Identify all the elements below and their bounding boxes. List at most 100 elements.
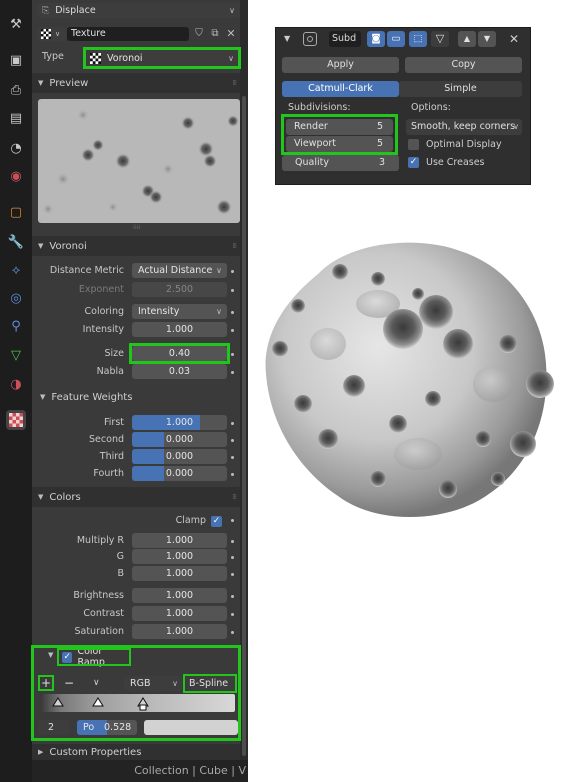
colors-header-label: Colors — [49, 491, 81, 503]
properties-editor: ⚒ ▣ ⎙ ▤ ◔ ◉ ▢ 🔧 ⟡ ◎ ⚲ ▽ ◑ ⎘ Displace ∨ ∨… — [0, 0, 248, 782]
nabla-field[interactable]: 0.03 — [132, 364, 227, 379]
resize-grip-icon[interactable]: ⁞⁞⁞⁞ — [133, 224, 141, 231]
chevron-down-icon: ∨ — [216, 266, 222, 275]
keyframe-dot[interactable] — [231, 439, 234, 442]
grip-icon: ⁞⁞⁞ — [232, 79, 237, 87]
exponent-field[interactable]: 2.500 — [132, 282, 227, 297]
saturation-label: Saturation — [74, 626, 124, 637]
keyframe-dot[interactable] — [231, 329, 234, 332]
g-field[interactable]: 1.000 — [132, 549, 227, 564]
copy-button[interactable]: Copy — [405, 57, 522, 73]
particles-tab-icon[interactable]: ⟡ — [6, 260, 26, 280]
saturation-field[interactable]: 1.000 — [132, 624, 227, 639]
display-icon[interactable]: ▭ — [387, 31, 405, 47]
b-field[interactable]: 1.000 — [132, 566, 227, 581]
size-label: Size — [104, 348, 124, 359]
texture-name-field[interactable]: Texture — [67, 27, 189, 41]
scene-tab-icon[interactable]: ◔ — [6, 138, 26, 158]
modifier-name-field[interactable]: Subd — [329, 31, 361, 47]
keyframe-dot[interactable] — [231, 311, 234, 314]
keyframe-dot[interactable] — [231, 631, 234, 634]
feature-weight-value: 1.000 — [165, 417, 194, 428]
feature-weight-label: First — [104, 417, 124, 428]
distance-metric-dropdown[interactable]: Actual Distance ∨ — [132, 263, 227, 278]
feature-weights-header[interactable]: ▼ Feature Weights — [40, 388, 238, 406]
material-tab-icon[interactable]: ◑ — [6, 374, 26, 394]
keyframe-dot[interactable] — [231, 270, 234, 273]
slider-fill — [132, 432, 164, 447]
texture-tab-icon[interactable] — [6, 410, 26, 430]
keyframe-dot[interactable] — [231, 613, 234, 616]
multiply-r-field[interactable]: 1.000 — [132, 533, 227, 548]
keyframe-dot[interactable] — [231, 456, 234, 459]
feature-weight-slider[interactable]: 0.000 — [132, 432, 227, 447]
tool-tab-icon[interactable]: ⚒ — [6, 14, 26, 34]
camera-icon[interactable]: ◙ — [367, 31, 385, 47]
coloring-dropdown[interactable]: Intensity ∨ — [132, 304, 227, 319]
shield-icon[interactable]: ⛉ — [192, 27, 206, 41]
quality-value: 3 — [378, 157, 385, 168]
uv-smooth-dropdown[interactable]: Smooth, keep corners ∨ — [406, 119, 522, 135]
data-tab-icon[interactable]: ▽ — [6, 345, 26, 365]
keyframe-dot[interactable] — [231, 573, 234, 576]
properties-scrollbar[interactable] — [240, 0, 248, 782]
g-label: G — [116, 551, 124, 562]
chevron-down-icon: ∨ — [216, 307, 222, 316]
keyframe-dot[interactable] — [231, 595, 234, 598]
keyframe-dot[interactable] — [231, 371, 234, 374]
brightness-field[interactable]: 1.000 — [132, 588, 227, 603]
keyframe-dot[interactable] — [231, 289, 234, 292]
collapse-triangle-icon[interactable]: ▼ — [284, 34, 290, 43]
voronoi-header-label: Voronoi — [49, 240, 87, 252]
modifier-tab-icon[interactable]: 🔧 — [6, 232, 26, 252]
feature-weight-slider[interactable]: 0.000 — [132, 449, 227, 464]
feature-weight-value: 0.000 — [165, 434, 194, 445]
move-down-icon[interactable]: ▼ — [478, 31, 496, 47]
use-creases-checkbox[interactable]: ✓ Use Creases — [408, 157, 485, 168]
object-tab-icon[interactable]: ▢ — [6, 202, 26, 222]
feature-weight-slider[interactable]: 1.000 — [132, 415, 227, 430]
close-icon[interactable]: ✕ — [507, 31, 521, 47]
keyframe-dot[interactable] — [231, 353, 234, 356]
nabla-label: Nabla — [96, 366, 124, 377]
output-tab-icon[interactable]: ⎙ — [6, 80, 26, 100]
contrast-label: Contrast — [83, 608, 124, 619]
edit-mode-icon[interactable]: ⬚ — [409, 31, 427, 47]
texture-browse-button[interactable]: ∨ — [38, 27, 66, 41]
checkbox-empty-icon — [408, 139, 419, 150]
keyframe-dot[interactable] — [231, 540, 234, 543]
move-up-icon[interactable]: ▲ — [458, 31, 476, 47]
feature-weight-label: Fourth — [93, 468, 124, 479]
uv-smooth-value: Smooth, keep corners — [411, 121, 516, 132]
custom-properties-header[interactable]: ▶ Custom Properties — [32, 744, 240, 760]
close-icon[interactable]: ✕ — [224, 27, 238, 41]
view-layer-tab-icon[interactable]: ▤ — [6, 108, 26, 128]
optimal-display-label: Optimal Display — [426, 139, 502, 150]
world-tab-icon[interactable]: ◉ — [6, 166, 26, 186]
clamp-checkbox[interactable]: ✓ — [211, 515, 222, 527]
modifier-selector[interactable]: ⎘ Displace ∨ — [38, 3, 240, 18]
keyframe-dot[interactable] — [231, 519, 234, 522]
colors-panel-header[interactable]: ▼ Colors ⁞⁞⁞ — [32, 487, 240, 507]
catmull-clark-button[interactable]: Catmull-Clark — [282, 81, 399, 97]
constraints-tab-icon[interactable]: ⚲ — [6, 316, 26, 336]
quality-field[interactable]: Quality 3 — [282, 155, 399, 171]
keyframe-dot[interactable] — [231, 556, 234, 559]
duplicate-icon[interactable]: ⧉ — [208, 27, 222, 41]
preview-panel-header[interactable]: ▼ Preview ⁞⁞⁞ — [32, 73, 240, 93]
feature-weight-slider[interactable]: 0.000 — [132, 466, 227, 481]
physics-tab-icon[interactable]: ◎ — [6, 288, 26, 308]
expand-triangle-icon: ▼ — [38, 79, 44, 87]
simple-button[interactable]: Simple — [399, 81, 522, 97]
render-tab-icon[interactable]: ▣ — [6, 50, 26, 70]
distance-metric-value: Actual Distance — [138, 265, 213, 276]
keyframe-dot[interactable] — [231, 473, 234, 476]
optimal-display-checkbox[interactable]: Optimal Display — [408, 139, 502, 150]
apply-button[interactable]: Apply — [282, 57, 399, 73]
keyframe-dot[interactable] — [231, 422, 234, 425]
voronoi-panel-header[interactable]: ▼ Voronoi ⁞⁞⁞ — [32, 236, 240, 256]
on-cage-icon[interactable]: ▽ — [431, 31, 449, 47]
intensity-field[interactable]: 1.000 — [132, 322, 227, 337]
texture-preview — [38, 99, 240, 223]
contrast-field[interactable]: 1.000 — [132, 606, 227, 621]
